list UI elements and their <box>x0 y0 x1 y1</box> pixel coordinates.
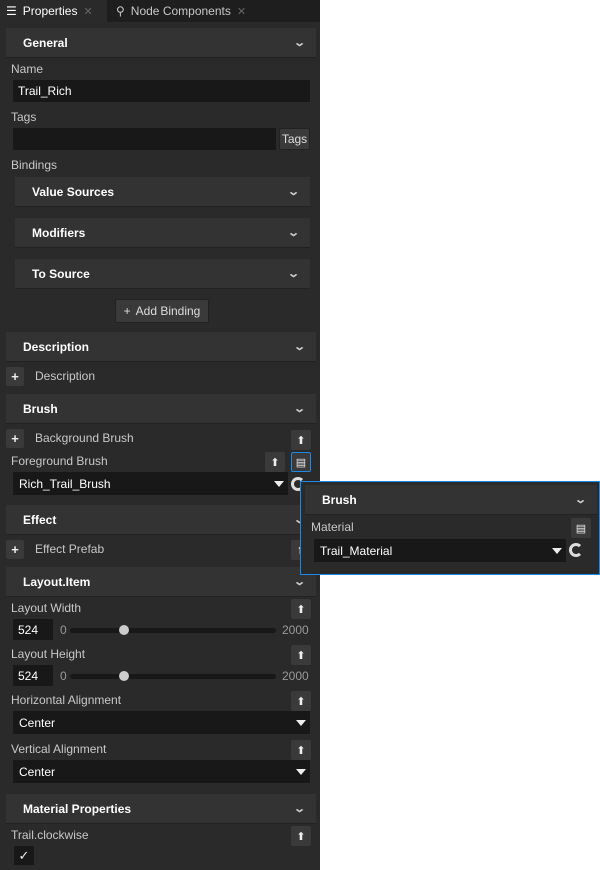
section-layout-item[interactable]: Layout.Item ⌄ <box>6 567 316 597</box>
slider-thumb[interactable] <box>118 625 129 635</box>
tags-input[interactable] <box>13 128 276 150</box>
effect-prefab-label: Effect Prefab <box>35 542 105 556</box>
dropdown-arrow-icon <box>274 480 284 487</box>
name-label: Name <box>11 62 44 76</box>
add-background-brush-button[interactable]: + <box>6 429 24 448</box>
material-label: Material <box>311 520 354 534</box>
horizontal-alignment-label: Horizontal Alignment <box>11 693 122 707</box>
tab-bar: ☰ Properties ✕ ⚲ Node Components ✕ <box>0 0 320 22</box>
list-icon: ☰ <box>6 4 17 18</box>
section-effect[interactable]: Effect⌄ <box>6 505 316 535</box>
layout-height-slider[interactable] <box>70 671 276 681</box>
checkmark-icon: ✓ <box>18 847 30 863</box>
chevron-down-icon: ⌄ <box>286 186 300 198</box>
edit-resource-icon[interactable]: ▤ <box>571 518 591 538</box>
upload-icon[interactable]: ⬆ <box>291 740 311 760</box>
bindings-label: Bindings <box>11 158 58 172</box>
upload-icon[interactable]: ⬆ <box>291 430 311 450</box>
upload-icon[interactable]: ⬆ <box>291 645 311 665</box>
add-effect-prefab-button[interactable]: + <box>6 540 24 559</box>
foreground-brush-dropdown[interactable]: Rich_Trail_Brush <box>13 472 288 495</box>
tab-node-components[interactable]: ⚲ Node Components ✕ <box>110 0 260 22</box>
section-value-sources[interactable]: Value Sources ⌄ <box>15 177 310 207</box>
section-brush[interactable]: Brush ⌄ <box>305 485 597 515</box>
dropdown-arrow-icon <box>296 719 306 726</box>
trail-clockwise-checkbox[interactable]: ✓ <box>14 846 34 865</box>
upload-icon[interactable]: ⬆ <box>291 691 311 711</box>
chevron-down-icon: ⌄ <box>292 576 306 588</box>
close-icon[interactable]: ✕ <box>83 5 92 18</box>
dropdown-arrow-icon <box>552 547 562 554</box>
chevron-down-icon: ⌄ <box>573 494 587 506</box>
close-icon[interactable]: ✕ <box>237 5 246 18</box>
section-brush[interactable]: Brush ⌄ <box>6 394 316 424</box>
material-dropdown[interactable]: Trail_Material <box>314 539 566 562</box>
layout-width-slider[interactable] <box>70 625 276 635</box>
section-modifiers[interactable]: Modifiers ⌄ <box>15 218 310 248</box>
layout-height-label: Layout Height <box>11 647 86 661</box>
layout-width-input[interactable]: 524 <box>13 619 53 640</box>
upload-icon[interactable]: ⬆ <box>291 599 311 619</box>
components-icon: ⚲ <box>116 4 125 18</box>
layout-height-input[interactable]: 524 <box>13 665 53 686</box>
tags-label: Tags <box>11 110 37 124</box>
trail-clockwise-label: Trail.clockwise <box>11 828 89 842</box>
chevron-down-icon: ⌄ <box>286 268 300 280</box>
section-description[interactable]: Description ⌄ <box>6 332 316 362</box>
vertical-alignment-dropdown[interactable]: Center <box>13 760 310 783</box>
slider-min: 0 <box>60 623 67 637</box>
vertical-alignment-label: Vertical Alignment <box>11 742 107 756</box>
background-brush-label: Background Brush <box>35 431 134 445</box>
section-to-source[interactable]: To Source ⌄ <box>15 259 310 289</box>
edit-resource-icon[interactable]: ▤ <box>291 452 311 472</box>
tab-properties[interactable]: ☰ Properties ✕ <box>0 0 107 22</box>
brush-popup: Brush ⌄ Material ▤ Trail_Material <box>300 481 600 575</box>
dropdown-arrow-icon <box>296 768 306 775</box>
section-material-properties[interactable]: Material Properties ⌄ <box>6 794 316 824</box>
chevron-down-icon: ⌄ <box>292 37 306 49</box>
properties-panel: ☰ Properties ✕ ⚲ Node Components ✕ General ⌄ … <box>0 0 320 870</box>
upload-icon[interactable]: ⬆ <box>265 452 285 472</box>
chevron-down-icon: ⌄ <box>292 803 306 815</box>
upload-icon[interactable]: ⬆ <box>291 826 311 846</box>
add-binding-button[interactable]: + Add Binding <box>115 299 209 323</box>
tags-button[interactable]: Tags <box>279 128 310 150</box>
description-label: Description <box>35 369 96 383</box>
slider-max: 2000 <box>282 669 309 683</box>
plus-icon: + <box>123 304 131 318</box>
horizontal-alignment-dropdown[interactable]: Center <box>13 711 310 734</box>
foreground-brush-label: Foreground Brush <box>11 454 108 468</box>
layout-width-label: Layout Width <box>11 601 82 615</box>
slider-thumb[interactable] <box>118 671 129 681</box>
slider-max: 2000 <box>282 623 309 637</box>
revert-icon[interactable] <box>569 543 583 557</box>
chevron-down-icon: ⌄ <box>292 403 306 415</box>
section-general[interactable]: General ⌄ <box>6 28 316 58</box>
name-input[interactable]: Trail_Rich <box>13 80 310 102</box>
chevron-down-icon: ⌄ <box>292 341 306 353</box>
add-description-button[interactable]: + <box>6 367 24 386</box>
chevron-down-icon: ⌄ <box>286 227 300 239</box>
slider-min: 0 <box>60 669 67 683</box>
